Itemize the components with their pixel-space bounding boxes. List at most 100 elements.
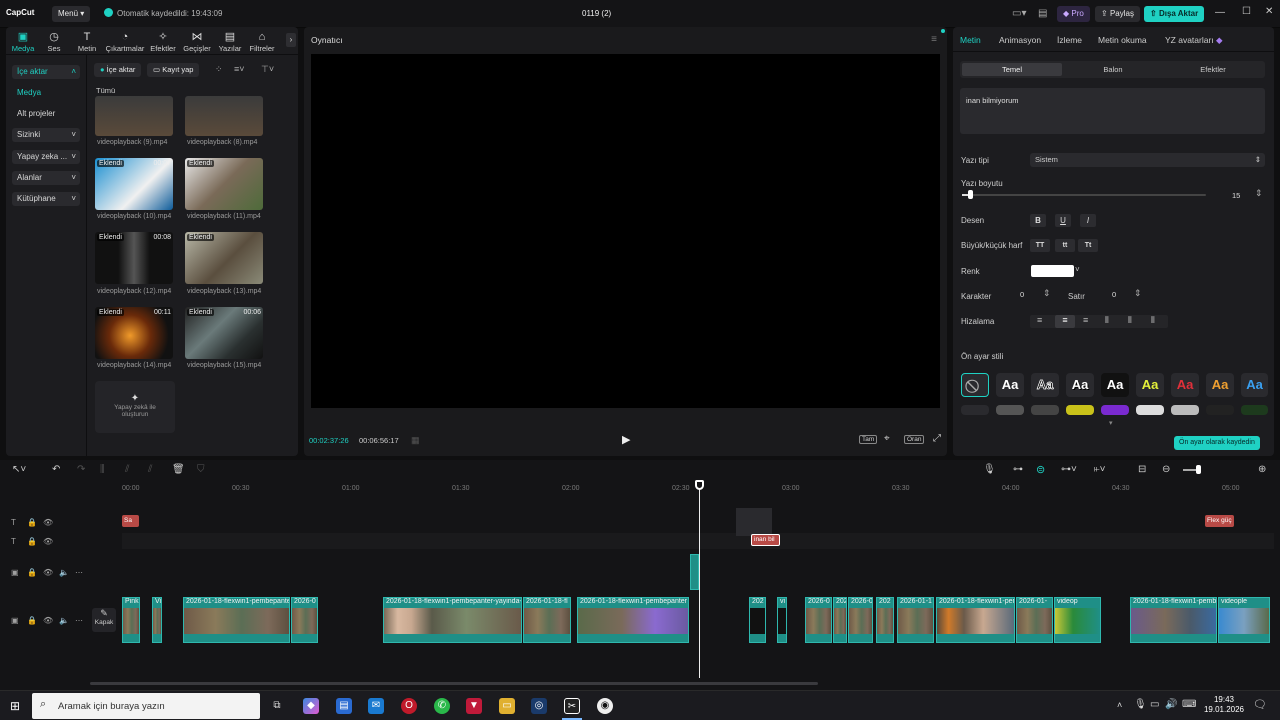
video-clip[interactable]: videople bbox=[1218, 597, 1270, 643]
expand-icon[interactable]: ⤢ bbox=[933, 433, 941, 444]
uppercase-button[interactable]: TT bbox=[1030, 239, 1050, 252]
align-middle-icon[interactable]: ⫴ bbox=[1128, 315, 1132, 326]
playhead-handle[interactable] bbox=[695, 480, 704, 490]
align-right-icon[interactable]: ≡ bbox=[1083, 315, 1088, 325]
lock-icon[interactable]: 🔒 bbox=[27, 568, 37, 577]
split-left-icon[interactable]: ⫽ bbox=[125, 464, 129, 475]
size-slider[interactable] bbox=[962, 194, 1206, 196]
tab-filters[interactable]: ⌂ Filtreler bbox=[245, 30, 279, 53]
tray-overflow-icon[interactable]: ˄ bbox=[1117, 700, 1122, 710]
media-item[interactable]: Eklendi 00:08 bbox=[95, 232, 173, 284]
record-button[interactable]: ▭ Kayıt yap bbox=[147, 63, 200, 77]
undo-icon[interactable]: ↶ bbox=[52, 464, 60, 475]
grid-view-icon[interactable]: ⁘ bbox=[215, 64, 223, 75]
zoom-out-icon[interactable]: ⊖ bbox=[1162, 464, 1170, 475]
outlook-icon[interactable]: ✉ bbox=[368, 698, 384, 714]
playhead[interactable] bbox=[699, 482, 700, 678]
prop-tab-tracking[interactable]: İzleme bbox=[1057, 35, 1082, 45]
sidebar-item-media[interactable]: Medya bbox=[12, 86, 80, 100]
preset-style[interactable]: Aa bbox=[1031, 373, 1059, 397]
subtab-effects[interactable]: Efektler bbox=[1163, 63, 1263, 76]
prop-tab-animation[interactable]: Animasyon bbox=[999, 35, 1041, 45]
align-center-icon[interactable]: ≡ bbox=[1055, 315, 1075, 328]
titlecase-button[interactable]: Tt bbox=[1078, 239, 1098, 252]
video-clip[interactable]: 2026-01-18-fl bbox=[523, 597, 571, 643]
split-right-icon[interactable]: ⫽ bbox=[148, 464, 152, 475]
preset-style[interactable]: Aa bbox=[1136, 373, 1164, 397]
preset-none-icon[interactable]: ⃠ bbox=[961, 373, 989, 397]
preset-style[interactable] bbox=[1171, 405, 1199, 415]
capcut-taskbar-icon[interactable]: ✂ bbox=[564, 698, 580, 714]
overlay-clip[interactable] bbox=[690, 554, 699, 590]
redo-icon[interactable]: ↷ bbox=[77, 464, 85, 475]
pro-button[interactable]: ◆ Pro bbox=[1057, 6, 1090, 22]
sidebar-item-spaces[interactable]: Alanlar ˅ bbox=[12, 171, 80, 185]
more-icon[interactable]: ⋯ bbox=[75, 568, 83, 577]
preset-style[interactable]: Aa bbox=[1101, 373, 1129, 397]
subtab-bubble[interactable]: Balon bbox=[1063, 63, 1163, 76]
video-clip[interactable]: Vi bbox=[152, 597, 162, 643]
ai-create-button[interactable]: ✦ Yapay zekâ ile oluşturun bbox=[95, 381, 175, 433]
preset-style[interactable]: Aa bbox=[1206, 373, 1234, 397]
delete-icon[interactable]: 🗑 bbox=[172, 464, 185, 475]
audio-icon[interactable]: 🔈 bbox=[59, 568, 69, 577]
eye-icon[interactable]: 👁 bbox=[43, 568, 53, 577]
subtab-basic[interactable]: Temel bbox=[962, 63, 1062, 76]
preset-style[interactable]: Aa bbox=[1171, 373, 1199, 397]
eye-icon[interactable]: 👁 bbox=[43, 537, 53, 546]
chevron-down-icon[interactable]: ▾ bbox=[1109, 419, 1113, 427]
app-icon[interactable]: ▼ bbox=[466, 698, 482, 714]
preset-style[interactable] bbox=[1101, 405, 1129, 415]
text-input[interactable]: inan bilmiyorum bbox=[960, 88, 1265, 134]
lowercase-button[interactable]: tt bbox=[1055, 239, 1075, 252]
tab-text[interactable]: T Metin bbox=[70, 30, 104, 53]
media-item[interactable]: Eklendi 00:07 bbox=[95, 158, 173, 210]
preview-axis-icon[interactable]: ⫦˅ bbox=[1094, 464, 1105, 475]
italic-button[interactable]: I bbox=[1080, 214, 1096, 227]
player-menu-icon[interactable]: ≡ bbox=[931, 34, 937, 45]
sort-icon[interactable]: ≡˅ bbox=[234, 64, 245, 74]
video-clip[interactable]: 2026-01-18-flexwin1-pemb bbox=[936, 597, 1015, 643]
color-swatch[interactable] bbox=[1031, 265, 1074, 277]
store-icon[interactable]: ▤ bbox=[336, 698, 352, 714]
video-clip[interactable]: 2026-01-1 bbox=[897, 597, 934, 643]
notification-icon[interactable]: 🗨 bbox=[1253, 698, 1267, 711]
microphone-icon[interactable]: 🎙 bbox=[983, 464, 996, 475]
sidebar-item-subprojects[interactable]: Alt projeler bbox=[12, 107, 80, 121]
tab-stickers[interactable]: ◔ Çıkartmalar bbox=[104, 30, 146, 53]
layout-icon[interactable]: ▭▾ bbox=[1012, 8, 1026, 19]
export-button[interactable]: ⇧ Dışa Aktar bbox=[1144, 6, 1205, 22]
video-clip[interactable]: 2026-01- bbox=[1016, 597, 1053, 643]
video-clip[interactable]: 2026-0 bbox=[805, 597, 832, 643]
lock-icon[interactable]: 🔒 bbox=[27, 616, 37, 625]
align-bottom-icon[interactable]: ⫴ bbox=[1151, 315, 1155, 326]
bold-button[interactable]: B bbox=[1030, 214, 1046, 227]
preset-style[interactable] bbox=[996, 405, 1024, 415]
zoom-in-icon[interactable]: ⊕ bbox=[1258, 464, 1266, 475]
timeline-scrollbar[interactable] bbox=[90, 682, 818, 685]
preset-style[interactable] bbox=[1031, 405, 1059, 415]
chevron-down-icon[interactable]: ˅ bbox=[1075, 265, 1080, 274]
keyboard-icon[interactable]: ⌨ bbox=[1182, 699, 1196, 710]
split-icon[interactable]: ⫼ bbox=[100, 464, 105, 475]
align-left-icon[interactable]: ≡ bbox=[1037, 315, 1042, 325]
menu-button[interactable]: Menü ▾ bbox=[52, 6, 91, 22]
split-screen-icon[interactable]: ⊟ bbox=[1138, 464, 1146, 475]
media-item[interactable]: Eklendi 00:11 bbox=[95, 307, 173, 359]
clock[interactable]: 19:43 19.01.2026 bbox=[1202, 695, 1246, 715]
maximize-icon[interactable]: ☐ bbox=[1242, 6, 1251, 17]
video-clip[interactable]: 202 bbox=[749, 597, 766, 643]
preset-style[interactable] bbox=[1136, 405, 1164, 415]
preset-style[interactable]: Aa bbox=[1241, 373, 1268, 397]
sidebar-item-import[interactable]: İçe aktar ˄ bbox=[12, 65, 80, 79]
ratio-button[interactable]: Oran bbox=[904, 435, 925, 444]
chain-icon[interactable]: ⊶˅ bbox=[1061, 464, 1077, 475]
video-clip[interactable]: 2026-01-18-flexwin1-pembepante bbox=[183, 597, 290, 643]
text-clip[interactable]: Sa bbox=[122, 515, 139, 527]
underline-button[interactable]: U bbox=[1055, 214, 1071, 227]
video-clip[interactable]: 2026-0 bbox=[291, 597, 318, 643]
cover-button[interactable]: ✎ Kapak bbox=[92, 608, 116, 632]
sidebar-item-library[interactable]: Kütüphane ˅ bbox=[12, 192, 80, 206]
tab-audio[interactable]: ◷ Ses bbox=[37, 30, 71, 53]
align-top-icon[interactable]: ⫴ bbox=[1105, 315, 1109, 326]
